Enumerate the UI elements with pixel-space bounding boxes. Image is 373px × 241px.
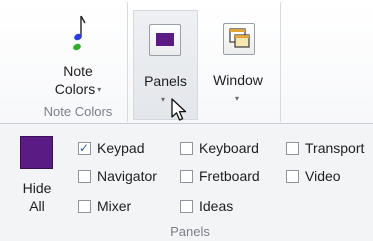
checkbox-navigator[interactable] bbox=[78, 170, 91, 183]
checkbox-ideas[interactable] bbox=[180, 200, 193, 213]
ribbon-separator bbox=[127, 2, 128, 122]
hide-all-label-line2: All bbox=[29, 198, 45, 214]
chevron-down-icon: ▾ bbox=[235, 94, 240, 103]
hide-all-button[interactable]: Hide All bbox=[14, 136, 60, 228]
checkbox-label-mixer[interactable]: Mixer bbox=[97, 198, 131, 214]
checkbox-label-video[interactable]: Video bbox=[305, 168, 341, 184]
checkbox-label-ideas[interactable]: Ideas bbox=[199, 198, 233, 214]
panels-color-swatch bbox=[156, 33, 174, 46]
note-colors-label-line2: Colors ▾ bbox=[54, 81, 102, 97]
checkbox-label-transport[interactable]: Transport bbox=[305, 140, 364, 156]
panels-dropdown: Hide All ✓ Keypad Keyboard Transport Navigat… bbox=[0, 124, 373, 241]
checkbox-transport[interactable] bbox=[286, 142, 299, 155]
checkbox-keyboard[interactable] bbox=[180, 142, 193, 155]
checkbox-label-fretboard[interactable]: Fretboard bbox=[199, 168, 260, 184]
window-icon bbox=[223, 23, 255, 55]
checkbox-fretboard[interactable] bbox=[180, 170, 193, 183]
window-label: Window bbox=[213, 72, 263, 88]
chevron-down-icon: ▾ bbox=[161, 95, 166, 104]
checkbox-keypad[interactable]: ✓ bbox=[78, 141, 91, 155]
note-colors-button[interactable]: Note Colors ▾ bbox=[32, 8, 124, 100]
checkbox-label-keyboard[interactable]: Keyboard bbox=[199, 140, 259, 156]
chevron-down-icon: ▾ bbox=[97, 85, 102, 94]
checkmark-icon: ✓ bbox=[79, 141, 90, 155]
checkbox-mixer[interactable] bbox=[78, 200, 91, 213]
ribbon-separator bbox=[280, 2, 281, 122]
note-icon bbox=[73, 15, 86, 51]
panels-label: Panels bbox=[144, 73, 187, 89]
checkbox-label-navigator[interactable]: Navigator bbox=[97, 168, 157, 184]
group-label-note-colors: Note Colors bbox=[43, 104, 113, 119]
panels-icon bbox=[149, 24, 181, 56]
note-colors-label-line1: Note bbox=[63, 63, 93, 79]
group-label-panels: Panels bbox=[170, 224, 210, 239]
checkbox-video[interactable] bbox=[286, 170, 299, 183]
mouse-cursor-icon bbox=[171, 98, 187, 121]
hide-all-label-line1: Hide bbox=[22, 180, 52, 196]
checkbox-label-keypad[interactable]: Keypad bbox=[97, 140, 144, 156]
window-button[interactable]: Window ▾ bbox=[198, 10, 278, 120]
hide-all-color-swatch bbox=[20, 136, 53, 169]
